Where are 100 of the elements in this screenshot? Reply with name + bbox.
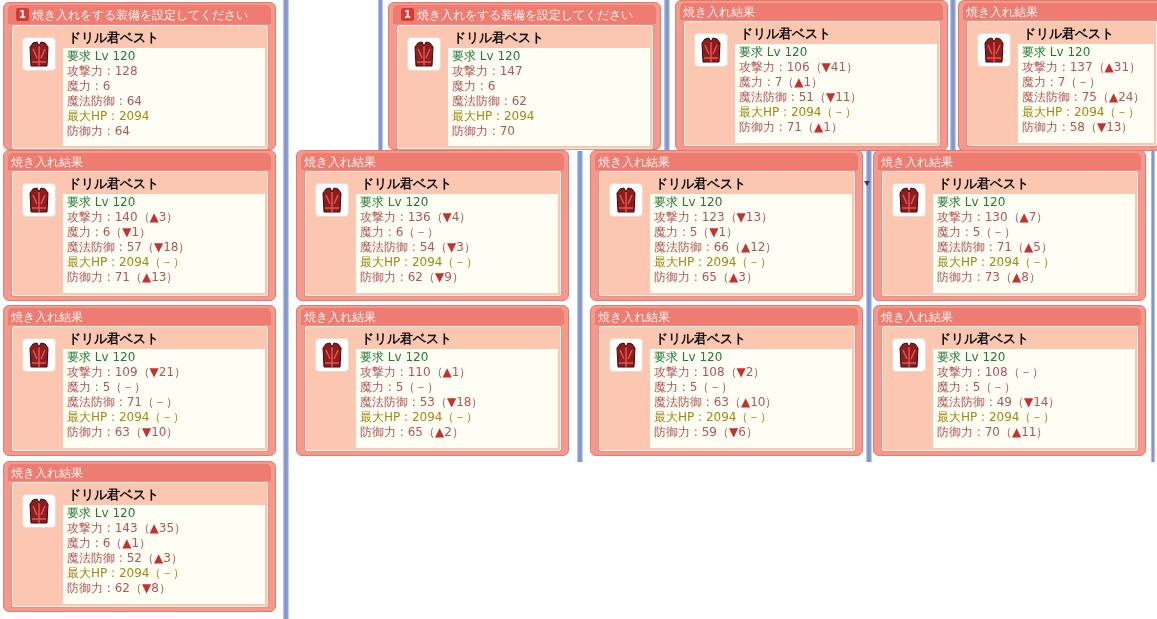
stat-line: 防御力 : 71（▲1） xyxy=(739,120,843,135)
stat-line: 攻撃力 : 108（▼2） xyxy=(654,365,766,380)
stat-line: 防御力 : 70 xyxy=(452,124,515,139)
max-hp-line: 最大HP : 2094（－） xyxy=(937,410,1056,425)
triangle-icon xyxy=(864,181,870,186)
stat-line: 攻撃力 : 128 xyxy=(67,64,138,79)
vest-icon xyxy=(22,37,56,71)
vest-icon xyxy=(22,183,56,217)
window-title: 焼き入れをする装備を設定してください xyxy=(417,7,633,22)
window-title: 焼き入れ結果 xyxy=(598,154,670,169)
window-title: 焼き入れ結果 xyxy=(11,309,83,324)
vest-icon xyxy=(315,183,349,217)
stat-line: 防御力 : 63（▼10） xyxy=(67,425,179,440)
vest-icon xyxy=(892,338,926,372)
window-title: 焼き入れ結果 xyxy=(598,309,670,324)
requirement-line: 要求 Lv 120 xyxy=(654,195,723,210)
stat-line: 攻撃力 : 106（▼41） xyxy=(739,60,859,75)
stat-line: 魔力 : 6 xyxy=(67,79,111,94)
stat-line: 攻撃力 : 123（▼13） xyxy=(654,210,774,225)
stat-line: 攻撃力 : 147 xyxy=(452,64,523,79)
stat-line: 魔力 : 6（－） xyxy=(360,225,440,240)
max-hp-line: 最大HP : 2094 xyxy=(67,109,150,124)
step-number: 1 xyxy=(16,8,29,21)
stat-line: 防御力 : 59（▼6） xyxy=(654,425,758,440)
requirement-line: 要求 Lv 120 xyxy=(654,350,723,365)
window-title: 焼き入れ結果 xyxy=(11,465,83,480)
stat-line: 魔力 : 5（▼1） xyxy=(654,225,739,240)
stat-line: 魔力 : 7（－） xyxy=(1022,75,1102,90)
stat-line: 攻撃力 : 137（▲31） xyxy=(1022,60,1142,75)
max-hp-line: 最大HP : 2094（－） xyxy=(67,255,186,270)
stat-line: 魔法防御 : 63（▲10） xyxy=(654,395,778,410)
item-name: ドリル君ベスト xyxy=(937,331,1029,347)
stat-line: 魔力 : 5（－） xyxy=(360,380,440,395)
item-name: ドリル君ベスト xyxy=(937,176,1029,192)
requirement-line: 要求 Lv 120 xyxy=(360,195,429,210)
stat-line: 攻撃力 : 110（▲1） xyxy=(360,365,472,380)
stat-line: 攻撃力 : 136（▼4） xyxy=(360,210,472,225)
max-hp-line: 最大HP : 2094（－） xyxy=(360,410,479,425)
stat-line: 魔力 : 6 xyxy=(452,79,496,94)
max-hp-line: 最大HP : 2094（－） xyxy=(654,410,773,425)
requirement-line: 要求 Lv 120 xyxy=(937,195,1006,210)
step-number: 1 xyxy=(401,8,414,21)
requirement-line: 要求 Lv 120 xyxy=(739,45,808,60)
window-title: 焼き入れ結果 xyxy=(304,154,376,169)
stat-line: 防御力 : 73（▲8） xyxy=(937,270,1041,285)
window-title: 焼き入れ結果 xyxy=(881,309,953,324)
stat-line: 防御力 : 65（▲2） xyxy=(360,425,464,440)
max-hp-line: 最大HP : 2094（－） xyxy=(67,410,186,425)
stat-line: 防御力 : 62（▼8） xyxy=(67,581,171,596)
item-name: ドリル君ベスト xyxy=(1022,26,1114,42)
max-hp-line: 最大HP : 2094（－） xyxy=(67,566,186,581)
stat-line: 攻撃力 : 143（▲35） xyxy=(67,521,187,536)
requirement-line: 要求 Lv 120 xyxy=(452,49,521,64)
stat-line: 攻撃力 : 109（▼21） xyxy=(67,365,187,380)
requirement-line: 要求 Lv 120 xyxy=(1022,45,1091,60)
stat-line: 魔法防御 : 53（▼18） xyxy=(360,395,484,410)
vest-icon xyxy=(977,33,1011,67)
stat-line: 魔法防御 : 62 xyxy=(452,94,527,109)
item-name: ドリル君ベスト xyxy=(452,30,544,46)
item-name: ドリル君ベスト xyxy=(67,176,159,192)
stat-line: 攻撃力 : 130（▲7） xyxy=(937,210,1049,225)
stat-line: 防御力 : 58（▼13） xyxy=(1022,120,1134,135)
stat-line: 防御力 : 65（▲3） xyxy=(654,270,758,285)
stat-line: 魔法防御 : 71（－） xyxy=(67,395,178,410)
item-name: ドリル君ベスト xyxy=(654,176,746,192)
stat-line: 防御力 : 70（▲11） xyxy=(937,425,1049,440)
window-title: 焼き入れ結果 xyxy=(304,309,376,324)
requirement-line: 要求 Lv 120 xyxy=(67,506,136,521)
requirement-line: 要求 Lv 120 xyxy=(360,350,429,365)
requirement-line: 要求 Lv 120 xyxy=(67,49,136,64)
stat-line: 魔法防御 : 57（▼18） xyxy=(67,240,191,255)
stat-line: 魔力 : 7（▲1） xyxy=(739,75,824,90)
vest-icon xyxy=(22,494,56,528)
stat-line: 魔法防御 : 64 xyxy=(67,94,142,109)
item-name: ドリル君ベスト xyxy=(360,331,452,347)
vest-icon xyxy=(315,338,349,372)
vest-icon xyxy=(694,33,728,67)
item-name: ドリル君ベスト xyxy=(654,331,746,347)
max-hp-line: 最大HP : 2094（－） xyxy=(360,255,479,270)
stat-line: 防御力 : 64 xyxy=(67,124,130,139)
max-hp-line: 最大HP : 2094（－） xyxy=(739,105,858,120)
vest-icon xyxy=(892,183,926,217)
stat-line: 魔力 : 5（－） xyxy=(937,225,1017,240)
max-hp-line: 最大HP : 2094（－） xyxy=(654,255,773,270)
requirement-line: 要求 Lv 120 xyxy=(67,350,136,365)
window-title: 焼き入れをする装備を設定してください xyxy=(32,7,248,22)
item-name: ドリル君ベスト xyxy=(67,331,159,347)
vest-icon xyxy=(22,338,56,372)
stat-line: 魔力 : 5（－） xyxy=(67,380,147,395)
stat-line: 魔法防御 : 71（▲5） xyxy=(937,240,1053,255)
stat-line: 魔法防御 : 75（▲24） xyxy=(1022,90,1146,105)
stat-line: 魔法防御 : 49（▼14） xyxy=(937,395,1061,410)
stat-line: 攻撃力 : 108（－） xyxy=(937,365,1044,380)
window-title: 焼き入れ結果 xyxy=(11,154,83,169)
item-name: ドリル君ベスト xyxy=(67,30,159,46)
max-hp-line: 最大HP : 2094（－） xyxy=(937,255,1056,270)
stat-line: 魔法防御 : 51（▼11） xyxy=(739,90,863,105)
stat-line: 魔力 : 6（▼1） xyxy=(67,225,152,240)
vest-icon xyxy=(609,183,643,217)
stat-line: 防御力 : 71（▲13） xyxy=(67,270,179,285)
